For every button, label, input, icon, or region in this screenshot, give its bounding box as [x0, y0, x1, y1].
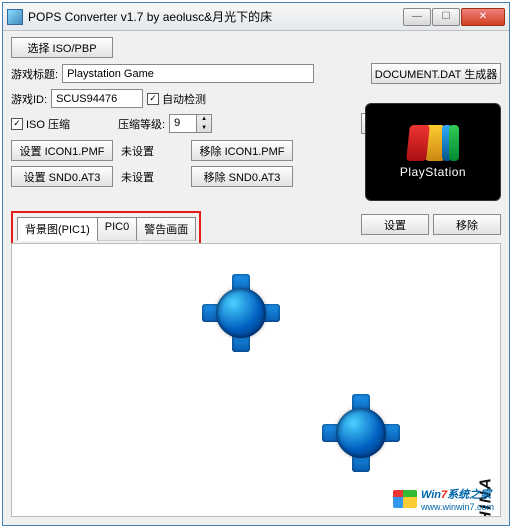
game-title-label: 游戏标题: [11, 66, 58, 82]
brand-suffix: 系统之家 [447, 489, 491, 501]
checkbox-icon: ✓ [11, 118, 23, 130]
checkbox-icon: ✓ [147, 93, 159, 105]
game-id-input[interactable] [51, 89, 143, 108]
maximize-button[interactable]: ☐ [432, 8, 460, 26]
remove-snd0-at3-button[interactable]: 移除 SND0.AT3 [191, 166, 293, 187]
brand-url: www.winwin7.com [421, 502, 494, 512]
close-button[interactable]: ✕ [461, 8, 505, 26]
playstation-logo-icon [408, 125, 459, 161]
spinner-up-icon[interactable]: ▲ [197, 115, 211, 124]
set-snd0-at3-button[interactable]: 设置 SND0.AT3 [11, 166, 113, 187]
select-iso-pbp-button[interactable]: 选择 ISO/PBP [11, 37, 113, 58]
tab-warning-screen[interactable]: 警告画面 [136, 217, 196, 241]
compress-level-spinner[interactable]: 9 ▲▼ [169, 114, 212, 133]
set-icon1-pmf-button[interactable]: 设置 ICON1.PMF [11, 140, 113, 161]
iso-compress-label: ISO 压缩 [26, 116, 70, 132]
document-dat-generator-button[interactable]: DOCUMENT.DAT 生成器 [371, 63, 501, 84]
spinner-down-icon[interactable]: ▼ [197, 124, 211, 133]
auto-detect-label: 自动检测 [162, 91, 206, 107]
set-button[interactable]: 设置 [361, 214, 429, 235]
dpad-icon [322, 394, 400, 472]
icon1-status: 未设置 [117, 143, 187, 159]
playstation-label: PlayStation [400, 165, 466, 179]
client-area: 选择 ISO/PBP 游戏标题: DOCUMENT.DAT 生成器 游戏ID: … [3, 31, 509, 525]
tab-background-pic1[interactable]: 背景图(PIC1) [17, 217, 98, 241]
game-id-label: 游戏ID: [11, 91, 47, 107]
minimize-button[interactable]: — [403, 8, 431, 26]
compress-level-value[interactable]: 9 [169, 114, 197, 133]
app-window: POPS Converter v1.7 by aeolusc&月光下的床 — ☐… [2, 2, 510, 526]
dpad-icon [202, 274, 280, 352]
compress-level-label: 压缩等级: [118, 116, 165, 132]
app-icon [7, 9, 23, 25]
tabs-highlighted: 背景图(PIC1) PIC0 警告画面 [11, 211, 201, 245]
iso-compress-checkbox[interactable]: ✓ ISO 压缩 [11, 116, 70, 132]
window-title: POPS Converter v1.7 by aeolusc&月光下的床 [28, 8, 403, 25]
game-title-input[interactable] [62, 64, 314, 83]
remove-button[interactable]: 移除 [433, 214, 501, 235]
icon-preview: PlayStation [365, 103, 501, 201]
titlebar[interactable]: POPS Converter v1.7 by aeolusc&月光下的床 — ☐… [3, 3, 509, 31]
brand-win: Win [421, 489, 441, 501]
snd0-status: 未设置 [117, 169, 187, 185]
auto-detect-checkbox[interactable]: ✓ 自动检测 [147, 91, 206, 107]
site-brand: Win7系统之家 www.winwin7.com [393, 486, 494, 512]
remove-icon1-pmf-button[interactable]: 移除 ICON1.PMF [191, 140, 293, 161]
tab-pic0[interactable]: PIC0 [97, 217, 137, 241]
window-controls: — ☐ ✕ [403, 8, 505, 26]
preview-canvas: PSPCHINA Win7系统之家 www.winwin7.com [11, 243, 501, 517]
windows-flag-icon [393, 490, 417, 508]
